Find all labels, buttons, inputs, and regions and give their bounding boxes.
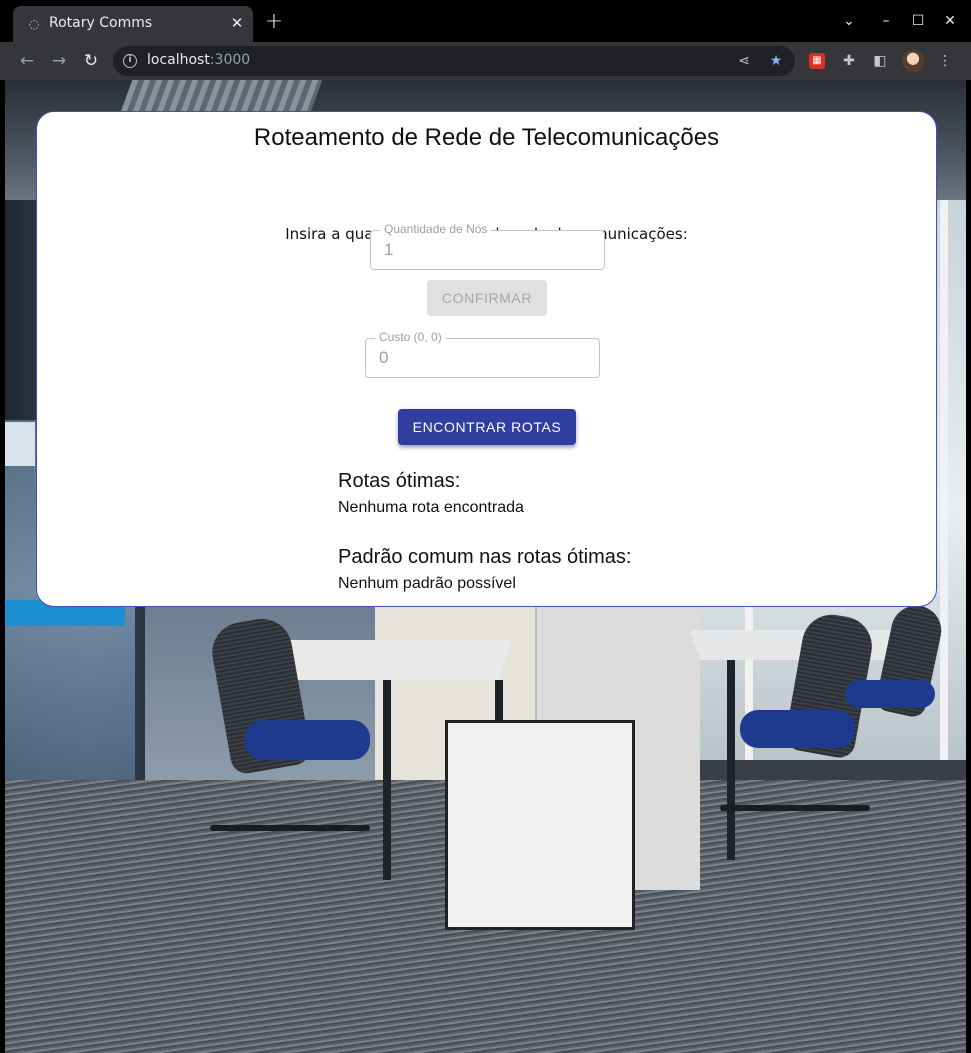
optimal-routes-title: Rotas ótimas: bbox=[338, 470, 461, 492]
tab-title: Rotary Comms bbox=[49, 15, 153, 31]
find-routes-button[interactable]: ENCONTRAR ROTAS bbox=[398, 409, 576, 445]
bg-window-frame bbox=[940, 200, 948, 760]
confirm-button[interactable]: CONFIRMAR bbox=[427, 280, 547, 316]
bg-chair-base bbox=[210, 825, 370, 831]
bg-desk bbox=[273, 640, 512, 680]
common-pattern-title: Padrão comum nas rotas ótimas: bbox=[338, 546, 632, 568]
browser-chrome: ◌ Rotary Comms ✕ + ⌄ – ☐ ✕ ← → ↻ i local… bbox=[0, 0, 971, 80]
routing-card: Roteamento de Rede de Telecomunicações I… bbox=[36, 111, 937, 607]
close-tab-icon[interactable]: ✕ bbox=[229, 15, 245, 31]
page-title: Roteamento de Rede de Telecomunicações bbox=[253, 124, 720, 151]
loading-icon: ◌ bbox=[28, 17, 40, 31]
bg-desk-leg bbox=[727, 660, 735, 860]
new-tab-icon[interactable]: + bbox=[264, 11, 284, 33]
cost-field[interactable]: Custo (0, 0) 0 bbox=[365, 330, 600, 378]
nodes-quantity-label: Quantidade de Nós bbox=[380, 222, 492, 236]
site-info-icon[interactable]: i bbox=[123, 54, 137, 68]
tab-strip: ◌ Rotary Comms ✕ + ⌄ – ☐ ✕ bbox=[0, 0, 971, 42]
side-panel-icon[interactable]: ◧ bbox=[870, 51, 890, 71]
bookmark-star-icon[interactable]: ★ bbox=[766, 51, 786, 71]
menu-kebab-icon[interactable]: ⋮ bbox=[935, 51, 955, 71]
address-bar[interactable]: i localhost:3000 ⋖ ★ bbox=[113, 46, 795, 76]
share-icon[interactable]: ⋖ bbox=[734, 51, 754, 71]
profile-avatar[interactable] bbox=[902, 50, 924, 72]
maximize-icon[interactable]: ☐ bbox=[909, 12, 927, 30]
common-pattern-text: Nenhum padrão possível bbox=[338, 575, 516, 592]
reload-icon[interactable]: ↻ bbox=[80, 50, 102, 72]
close-window-icon[interactable]: ✕ bbox=[941, 12, 959, 30]
bg-desk-leg bbox=[383, 680, 391, 880]
bg-chair-seat bbox=[845, 680, 935, 708]
url-host: localhost bbox=[147, 52, 210, 68]
nodes-quantity-field[interactable]: Quantidade de Nós 1 bbox=[370, 222, 605, 270]
browser-tab[interactable]: ◌ Rotary Comms ✕ bbox=[13, 6, 253, 42]
browser-toolbar: ← → ↻ i localhost:3000 ⋖ ★ ▦ ✚ ◧ ⋮ bbox=[0, 42, 971, 80]
url-port: :3000 bbox=[209, 52, 251, 68]
bg-chair-base bbox=[720, 805, 870, 811]
bg-sign bbox=[5, 422, 35, 466]
cost-input[interactable]: 0 bbox=[379, 348, 579, 368]
cost-label: Custo (0, 0) bbox=[375, 330, 446, 344]
nodes-quantity-input[interactable]: 1 bbox=[384, 240, 584, 260]
forward-icon[interactable]: → bbox=[48, 50, 70, 72]
extensions-puzzle-icon[interactable]: ✚ bbox=[839, 51, 859, 71]
bg-chair-seat bbox=[245, 720, 370, 760]
bg-drawer-cabinet bbox=[445, 720, 635, 930]
chevron-down-icon[interactable]: ⌄ bbox=[840, 12, 858, 30]
page-viewport: Roteamento de Rede de Telecomunicações I… bbox=[5, 80, 966, 1053]
back-icon[interactable]: ← bbox=[16, 50, 38, 72]
url-text: localhost:3000 bbox=[147, 52, 250, 68]
minimize-icon[interactable]: – bbox=[877, 12, 895, 30]
bg-chair-seat bbox=[740, 710, 855, 748]
extension-red-icon[interactable]: ▦ bbox=[809, 53, 825, 69]
optimal-routes-text: Nenhuma rota encontrada bbox=[338, 499, 524, 516]
